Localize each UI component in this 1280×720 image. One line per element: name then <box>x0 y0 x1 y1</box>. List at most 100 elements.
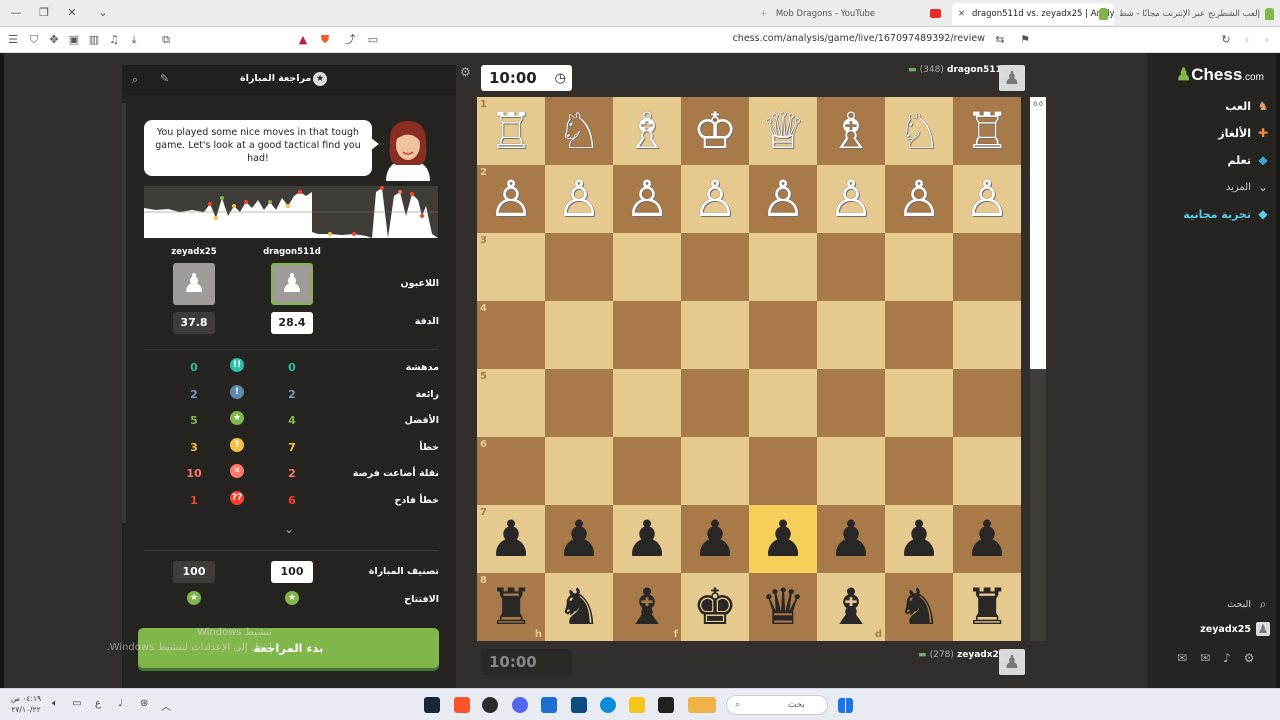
board-square[interactable]: ♚ <box>681 573 749 641</box>
board-square[interactable]: ♜ <box>953 573 1021 641</box>
board-square[interactable] <box>613 369 681 437</box>
board-square[interactable]: ♕ <box>749 97 817 165</box>
board-square[interactable] <box>953 369 1021 437</box>
board-square[interactable] <box>885 233 953 301</box>
board-square[interactable] <box>681 233 749 301</box>
board-square[interactable] <box>749 437 817 505</box>
board-square[interactable] <box>749 369 817 437</box>
app-icon[interactable] <box>482 697 498 713</box>
gear-icon[interactable]: ⚙ <box>1244 651 1255 667</box>
board-square[interactable]: ♟ <box>545 505 613 573</box>
brave-rewards-icon[interactable]: ▲ <box>296 33 310 47</box>
board-square[interactable]: ♝ f <box>613 573 681 641</box>
store-icon[interactable] <box>571 697 587 713</box>
extensions-icon[interactable]: ✥ <box>47 33 61 47</box>
close-tab-icon[interactable]: ✕ <box>958 3 965 25</box>
network-icon[interactable]: ▭ <box>72 698 81 709</box>
white-piece[interactable]: ♔ <box>681 97 749 165</box>
black-piece[interactable]: ♞ <box>545 573 613 641</box>
board-square[interactable]: ♛ <box>749 573 817 641</box>
tab-youtube[interactable]: + Mob Dragons - YouTube <box>760 3 950 25</box>
board-square[interactable] <box>953 301 1021 369</box>
board-square[interactable] <box>613 437 681 505</box>
white-piece[interactable]: ♖ <box>953 97 1021 165</box>
black-piece[interactable]: ♟ <box>817 505 885 573</box>
board-square[interactable]: ♟ <box>681 505 749 573</box>
taskbar-search[interactable]: ⌕ بحث <box>726 695 828 715</box>
board-square[interactable]: ♘ <box>545 97 613 165</box>
edge-dev-icon[interactable] <box>541 697 557 713</box>
white-piece[interactable]: ♙ <box>953 165 1021 233</box>
download-icon[interactable]: ⤓ <box>127 33 141 47</box>
tray-chevron-icon[interactable]: ︿ <box>161 698 171 713</box>
evaluation-graph[interactable] <box>144 186 438 238</box>
minimize-icon[interactable]: — <box>8 6 24 20</box>
board-square[interactable]: ♞ <box>885 573 953 641</box>
terminal-icon[interactable] <box>658 697 674 713</box>
nav-user[interactable]: ♟ zeyadx25 <box>1200 619 1270 639</box>
white-piece[interactable]: ♙ <box>749 165 817 233</box>
board-square[interactable]: ♝ d <box>817 573 885 641</box>
nav-play[interactable]: ♞ العب <box>1225 96 1270 116</box>
board-square[interactable]: ♔ <box>681 97 749 165</box>
board-square[interactable] <box>817 301 885 369</box>
shield-icon[interactable]: ⛉ <box>27 33 41 47</box>
tab-list-chevron-icon[interactable]: ⌄ <box>95 6 111 20</box>
black-piece[interactable]: ♟ <box>613 505 681 573</box>
white-piece[interactable]: ♘ <box>885 97 953 165</box>
start-icon[interactable] <box>838 698 853 713</box>
white-piece[interactable]: ♙ <box>885 165 953 233</box>
board-square[interactable] <box>545 437 613 505</box>
board-square[interactable]: 4 <box>477 301 545 369</box>
brave-icon[interactable] <box>454 697 470 713</box>
screenshot-icon[interactable]: ⧉ <box>159 33 173 47</box>
white-piece[interactable]: ♙ <box>681 165 749 233</box>
discord-icon[interactable] <box>512 697 528 713</box>
bookmark-icon[interactable]: ⚑ <box>1018 33 1032 47</box>
mic-icon[interactable]: ♩ <box>118 698 123 709</box>
sound-off-icon[interactable]: ✎ <box>160 72 169 85</box>
nav-more[interactable]: ⌄ المزيد <box>1226 177 1270 197</box>
bottom-player-label[interactable]: ▬ (278) zeyadx25 <box>918 650 1005 660</box>
nav-puzzles[interactable]: ✚ الألغاز <box>1218 123 1270 143</box>
board-square[interactable] <box>817 369 885 437</box>
board-square[interactable] <box>545 369 613 437</box>
steam-icon[interactable] <box>424 697 440 713</box>
board-square[interactable] <box>681 301 749 369</box>
chess-board[interactable]: ♖ 1 ♘ ♗ ♔ ♕ ♗ ♘ ♖ ♙ 2 ♙ ♙ ♙ ♙ ♙ ♙ ♙ 3 4 5 6 ♟ 7 ♟ ♟ ♟ ♟ ♟ ♟ ♟ ♜ 8 h ♞ ♝ f ♚ ♛ ♝… <box>477 97 1021 641</box>
nav-learn[interactable]: ◆ تعلم <box>1228 150 1270 170</box>
black-piece[interactable]: ♟ <box>749 505 817 573</box>
black-piece[interactable]: ♝ <box>613 573 681 641</box>
board-square[interactable] <box>817 437 885 505</box>
board-square[interactable]: ♙ <box>885 165 953 233</box>
white-piece[interactable]: ♙ <box>817 165 885 233</box>
white-piece[interactable]: ♗ <box>817 97 885 165</box>
widgets-icon[interactable] <box>688 697 716 713</box>
board-square[interactable] <box>749 301 817 369</box>
address-bar[interactable]: chess.com/analysis/game/live/16709748939… <box>700 33 985 44</box>
board-square[interactable] <box>681 437 749 505</box>
board-square[interactable]: ♙ 2 <box>477 165 545 233</box>
board-square[interactable]: 3 <box>477 233 545 301</box>
cast-icon[interactable]: ▭ <box>366 33 380 47</box>
board-square[interactable] <box>681 369 749 437</box>
scrollbar[interactable] <box>122 103 126 523</box>
speaker-icon[interactable]: 🔈︎ <box>52 698 58 709</box>
white-piece[interactable]: ♖ <box>477 97 545 165</box>
music-icon[interactable]: ♫ <box>107 33 121 47</box>
top-player-avatar[interactable]: ♟ <box>999 65 1025 91</box>
share-icon[interactable]: ⤴ <box>343 33 357 47</box>
board-square[interactable]: ♙ <box>681 165 749 233</box>
nav-search[interactable]: ⌕ البحث <box>1227 594 1270 614</box>
reload-icon[interactable]: ↻ <box>1219 33 1233 47</box>
board-square[interactable]: ♟ <box>885 505 953 573</box>
board-square[interactable]: ♖ <box>953 97 1021 165</box>
board-square[interactable] <box>953 437 1021 505</box>
bell-icon[interactable]: ♪ <box>1223 651 1231 667</box>
close-window-icon[interactable]: ✕ <box>64 6 80 20</box>
wallet-icon[interactable]: ▣ <box>67 33 81 47</box>
top-player-label[interactable]: ▬ (348) dragon511d <box>908 65 1008 75</box>
menu-icon[interactable]: ☰ <box>6 33 20 47</box>
board-square[interactable]: ♙ <box>953 165 1021 233</box>
translate-icon[interactable]: ⇆ <box>993 33 1007 47</box>
